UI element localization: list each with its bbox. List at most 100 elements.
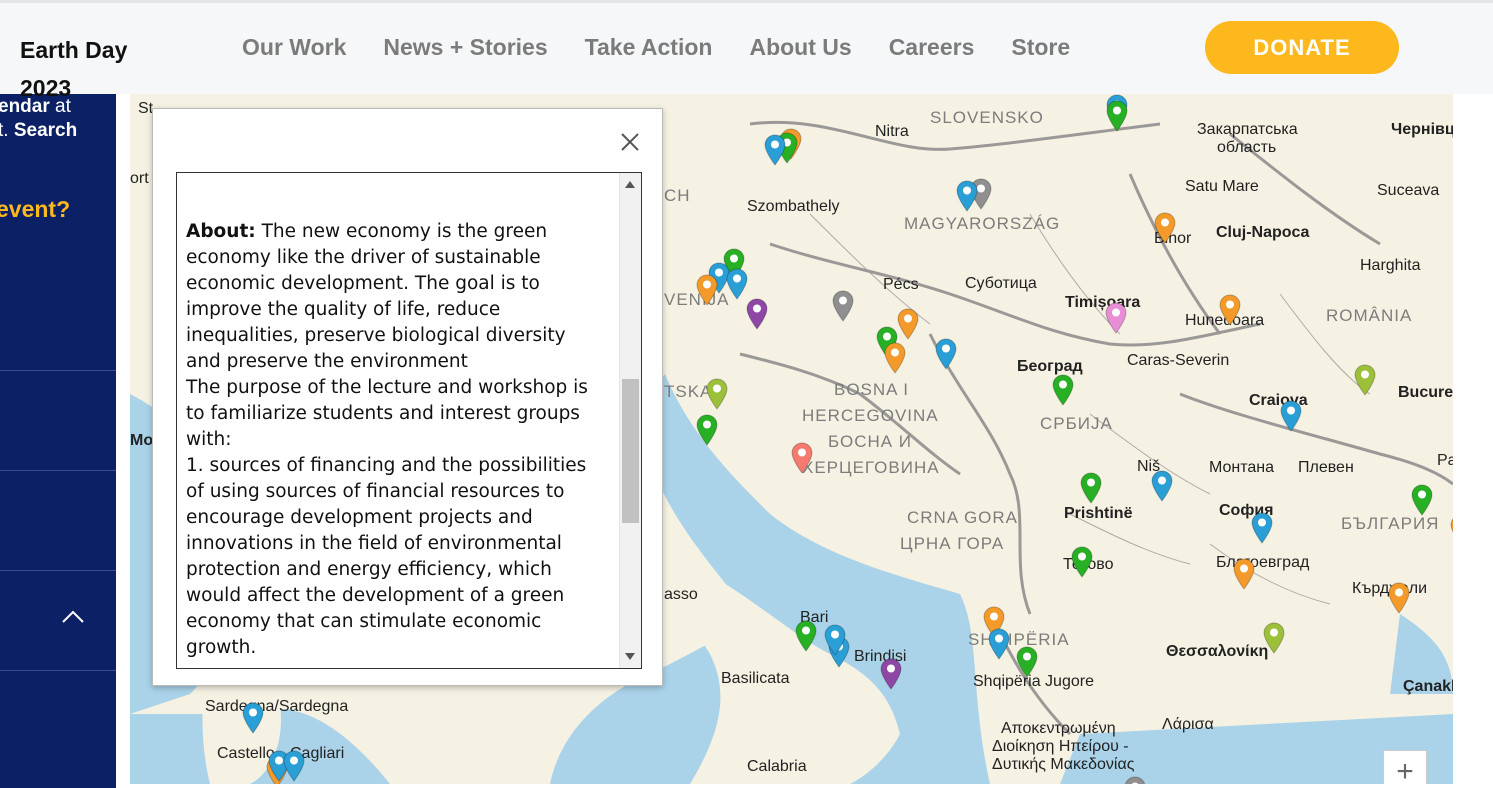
map-label: СРБИЈА — [1040, 414, 1113, 433]
map-label: Satu Mare — [1185, 178, 1259, 195]
map-label: SLOVENSKO — [930, 108, 1044, 127]
map-label: Çanakkale — [1403, 678, 1453, 695]
map-marker-icon[interactable] — [1411, 484, 1433, 516]
map-label: БЪЛГАРИЯ — [1341, 514, 1440, 533]
nav-store[interactable]: Store — [1011, 33, 1070, 61]
map-marker-icon[interactable] — [696, 274, 718, 306]
map-label: Монтана — [1209, 459, 1275, 476]
close-icon[interactable] — [619, 131, 641, 153]
sidebar-divider — [0, 670, 116, 671]
map-marker-icon[interactable] — [791, 442, 813, 474]
map-marker-icon[interactable] — [283, 750, 305, 782]
map-label: ЦРНА ГОРА — [900, 534, 1005, 553]
map-marker-icon[interactable] — [880, 658, 902, 690]
map-label: Prishtinë — [1064, 505, 1133, 522]
map-marker-icon[interactable] — [1280, 400, 1302, 432]
map-label: БОСНА И — [828, 432, 913, 451]
map-marker-icon[interactable] — [696, 414, 718, 446]
map-marker-icon[interactable] — [824, 624, 846, 656]
map-label: Szombathely — [747, 198, 840, 215]
sidebar-text-line-2: t. Search — [0, 120, 77, 142]
map-marker-icon[interactable] — [884, 342, 906, 374]
site-header: Earth Day 2023 Our Work News + Stories T… — [0, 0, 1493, 101]
scrollbar-thumb[interactable] — [622, 379, 639, 523]
sidebar-divider — [0, 570, 116, 571]
scroll-up-arrow-icon[interactable] — [625, 181, 635, 188]
event-description-text: About: The new economy is the green econ… — [186, 219, 604, 661]
description-paragraph: The new economy is the green economy lik… — [186, 221, 566, 372]
map-label: CH — [664, 186, 691, 205]
map-marker-icon[interactable] — [1124, 776, 1146, 784]
map-label: Timișoara — [1065, 294, 1141, 311]
map-label: Mo — [130, 432, 154, 449]
map-marker-icon[interactable] — [1105, 302, 1127, 334]
scroll-down-arrow-icon[interactable] — [625, 653, 635, 660]
event-info-popup: About: The new economy is the green econ… — [152, 108, 663, 686]
map-marker-icon[interactable] — [897, 308, 919, 340]
map-label: Суботица — [965, 275, 1037, 292]
map-label: Pécs — [883, 276, 919, 293]
map-marker-icon[interactable] — [1233, 558, 1255, 590]
map-marker-icon[interactable] — [1106, 100, 1128, 132]
about-label: About: — [186, 221, 256, 242]
map-marker-icon[interactable] — [1052, 374, 1074, 406]
map-marker-icon[interactable] — [764, 134, 786, 166]
map-label: BOSNA I — [834, 380, 910, 399]
brand-logo-text[interactable]: Earth Day 2023 — [20, 31, 170, 107]
sidebar-text-prefix: t. — [0, 120, 9, 141]
map-marker-icon[interactable] — [726, 268, 748, 300]
nav-take-action[interactable]: Take Action — [585, 33, 713, 61]
map-label: Nitra — [875, 123, 909, 140]
map-label: Αποκεντρωμένη — [1001, 720, 1116, 737]
map-label: Sardegna/Sardegna — [205, 698, 349, 715]
search-link[interactable]: Search — [14, 120, 77, 141]
map-marker-icon[interactable] — [1219, 294, 1241, 326]
map-label: Caras-Severin — [1127, 352, 1230, 369]
map-label: ХЕРЦЕГОВИНА — [802, 458, 940, 477]
map-marker-icon[interactable] — [1151, 470, 1173, 502]
chevron-up-icon[interactable] — [62, 609, 84, 623]
map-label: Cluj-Napoca — [1216, 224, 1310, 241]
map-marker-icon[interactable] — [1080, 472, 1102, 504]
map-marker-icon[interactable] — [988, 628, 1010, 660]
map-marker-icon[interactable] — [1354, 364, 1376, 396]
map-marker-icon[interactable] — [746, 298, 768, 330]
map-marker-icon[interactable] — [1450, 514, 1453, 546]
nav-careers[interactable]: Careers — [889, 33, 975, 61]
map-label: Pa — [1437, 452, 1453, 469]
map-label: Basilicata — [721, 670, 790, 687]
map-marker-icon[interactable] — [1016, 646, 1038, 678]
map-marker-icon[interactable] — [935, 338, 957, 370]
map-label: MAGYARORSZÁG — [904, 214, 1061, 233]
map-label: Harghita — [1360, 257, 1421, 274]
nav-our-work[interactable]: Our Work — [242, 33, 346, 61]
map-label: Благоевград — [1216, 554, 1310, 571]
map-label: Θεσσαλονίκη — [1166, 643, 1269, 660]
map-label: ROMÂNIA — [1326, 306, 1413, 325]
map-marker-icon[interactable] — [956, 180, 978, 212]
donate-button[interactable]: DONATE — [1205, 21, 1399, 74]
map-marker-icon[interactable] — [706, 378, 728, 410]
map-marker-icon[interactable] — [1251, 512, 1273, 544]
map-label: Suceava — [1377, 182, 1440, 199]
map-label: Закарпатська — [1197, 121, 1298, 138]
map-marker-icon[interactable] — [1388, 582, 1410, 614]
map-marker-icon[interactable] — [1071, 546, 1093, 578]
map-marker-icon[interactable] — [832, 290, 854, 322]
description-paragraph: The purpose of the lecture and workshop … — [186, 377, 588, 450]
nav-news-stories[interactable]: News + Stories — [383, 33, 547, 61]
map-label: Calabria — [747, 758, 807, 775]
map-label: Δυτικής Μακεδονίας — [992, 756, 1135, 773]
map-label: ort — [130, 170, 149, 187]
event-description-box[interactable]: About: The new economy is the green econ… — [176, 172, 642, 669]
map-marker-icon[interactable] — [242, 702, 264, 734]
nav-about-us[interactable]: About Us — [749, 33, 851, 61]
zoom-in-button[interactable]: + — [1383, 750, 1427, 784]
map-marker-icon[interactable] — [1263, 622, 1285, 654]
description-paragraph: 1. sources of financing and the possibil… — [186, 455, 587, 658]
map-marker-icon[interactable] — [795, 620, 817, 652]
map-marker-icon[interactable] — [1154, 212, 1176, 244]
description-scrollbar[interactable] — [619, 173, 641, 668]
sidebar-divider — [0, 370, 116, 371]
map-label: CRNA GORA — [907, 508, 1019, 527]
